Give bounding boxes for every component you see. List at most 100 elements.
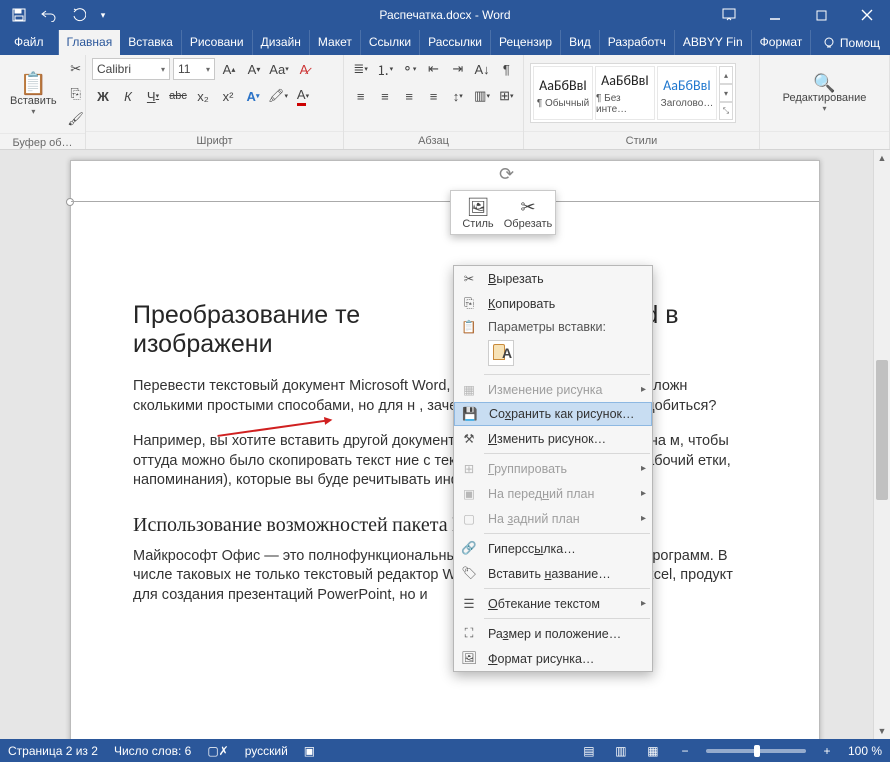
scroll-thumb[interactable] — [876, 360, 888, 500]
multilevel-icon[interactable]: ⚬▾ — [399, 58, 420, 80]
tab-draw[interactable]: Рисовани — [182, 30, 253, 55]
minimize-icon[interactable] — [752, 0, 798, 30]
status-spellcheck[interactable]: ▢✗ — [207, 744, 228, 758]
scroll-down-icon[interactable]: ▼ — [874, 723, 890, 739]
clear-format-icon[interactable]: A̷ — [293, 58, 315, 80]
underline-button[interactable]: Ч▾ — [142, 85, 164, 107]
tab-format[interactable]: Формат — [752, 30, 812, 55]
zoom-slider[interactable] — [706, 749, 806, 753]
tab-developer[interactable]: Разработч — [600, 30, 675, 55]
text-effects-icon[interactable]: A▾ — [242, 85, 264, 107]
bold-button[interactable]: Ж — [92, 85, 114, 107]
ctx-wrap-text[interactable]: ☰Обтекание текстом▸ — [454, 591, 652, 616]
zoom-knob[interactable] — [754, 745, 760, 757]
align-right-icon[interactable]: ≡ — [399, 85, 420, 107]
mini-style-button[interactable]: 🖼Стиль — [453, 195, 503, 232]
paste-option-keep-text[interactable]: A — [488, 340, 514, 366]
tab-insert[interactable]: Вставка — [120, 30, 182, 55]
shading-icon[interactable]: ▥▾ — [471, 85, 492, 107]
tab-abbyy[interactable]: ABBYY Fin — [675, 30, 752, 55]
zoom-out-icon[interactable]: − — [674, 742, 696, 760]
paste-button[interactable]: 📋 Вставить ▾ — [6, 71, 61, 118]
borders-icon[interactable]: ⊞▾ — [496, 85, 517, 107]
styles-gallery-nav[interactable]: ▴▾⤡ — [719, 66, 733, 120]
tell-me[interactable]: Помощ — [813, 30, 890, 55]
superscript-button[interactable]: x² — [217, 85, 239, 107]
grow-font-icon[interactable]: A▴ — [218, 58, 240, 80]
font-size-combo[interactable]: 11▾ — [173, 58, 215, 80]
zoom-in-icon[interactable]: + — [816, 742, 838, 760]
bullets-icon[interactable]: ≣▾ — [350, 58, 371, 80]
align-center-icon[interactable]: ≡ — [374, 85, 395, 107]
tab-design[interactable]: Дизайн — [253, 30, 310, 55]
redo-icon[interactable] — [66, 4, 92, 26]
shrink-font-icon[interactable]: A▾ — [243, 58, 265, 80]
change-picture-icon: ▦ — [460, 381, 478, 399]
justify-icon[interactable]: ≡ — [423, 85, 444, 107]
styles-gallery[interactable]: АаБбВвI¶ Обычный АаБбВвI¶ Без инте… АаБб… — [530, 63, 736, 123]
font-name-combo[interactable]: Calibri▾ — [92, 58, 170, 80]
change-case-icon[interactable]: Aa▾ — [268, 58, 290, 80]
vertical-scrollbar[interactable]: ▲ ▼ — [873, 150, 890, 739]
ctx-copy[interactable]: ⎘Копировать — [454, 291, 652, 316]
size-icon: ⛶ — [460, 625, 478, 643]
view-read-icon[interactable]: ▤ — [578, 742, 600, 760]
maximize-icon[interactable] — [798, 0, 844, 30]
status-language[interactable]: русский — [245, 744, 288, 758]
ctx-format-picture[interactable]: 🖼Формат рисунка… — [454, 646, 652, 671]
sort-icon[interactable]: A↓ — [471, 58, 492, 80]
ctx-save-as-picture[interactable]: 💾Сохранить как рисунок… — [454, 402, 652, 426]
ribbon-options-icon[interactable] — [706, 0, 752, 30]
status-macro[interactable]: ▣ — [304, 744, 315, 758]
scroll-up-icon[interactable]: ▲ — [874, 150, 890, 166]
indent-right-icon[interactable]: ⇥ — [447, 58, 468, 80]
close-icon[interactable] — [844, 0, 890, 30]
view-web-icon[interactable]: ▦ — [642, 742, 664, 760]
cut-icon[interactable]: ✂ — [65, 58, 87, 80]
tab-review[interactable]: Рецензир — [491, 30, 561, 55]
font-color-icon[interactable]: A▾ — [292, 85, 314, 107]
format-painter-icon[interactable]: 🖌 — [65, 108, 87, 130]
zoom-level[interactable]: 100 % — [848, 744, 882, 758]
numbering-icon[interactable]: ⒈▾ — [374, 58, 395, 80]
tab-file[interactable]: Файл — [0, 30, 59, 55]
view-print-icon[interactable]: ▥ — [610, 742, 632, 760]
ctx-cut[interactable]: ✂Вырезать — [454, 266, 652, 291]
ctx-hyperlink[interactable]: 🔗Гиперссылка… — [454, 536, 652, 561]
save-icon[interactable] — [6, 4, 32, 26]
status-page[interactable]: Страница 2 из 2 — [8, 744, 98, 758]
rotate-handle-icon[interactable]: ⟳ — [499, 164, 514, 185]
tab-home[interactable]: Главная — [59, 30, 121, 55]
mini-toolbar: 🖼Стиль ✂Обрезать — [450, 190, 556, 235]
editing-button[interactable]: 🔍 Редактирование ▾ — [779, 72, 871, 115]
copy-icon[interactable]: ⎘ — [65, 83, 87, 105]
group-font-label: Шрифт — [86, 131, 343, 149]
tab-references[interactable]: Ссылки — [361, 30, 420, 55]
mini-crop-button[interactable]: ✂Обрезать — [503, 195, 553, 232]
align-left-icon[interactable]: ≡ — [350, 85, 371, 107]
page[interactable]: Преобразование те нта MS Word в изображе… — [70, 160, 820, 739]
tab-layout[interactable]: Макет — [310, 30, 361, 55]
show-marks-icon[interactable]: ¶ — [496, 58, 517, 80]
tab-mailings[interactable]: Рассылки — [420, 30, 491, 55]
style-no-spacing[interactable]: АаБбВвI¶ Без инте… — [595, 66, 655, 120]
ctx-send-back: ▢На задний план▸ — [454, 506, 652, 531]
line-spacing-icon[interactable]: ↕▾ — [447, 85, 468, 107]
ctx-size-position[interactable]: ⛶Размер и положение… — [454, 621, 652, 646]
highlight-icon[interactable]: 🖍▾ — [267, 85, 289, 107]
format-icon: 🖼 — [460, 650, 478, 668]
style-heading1[interactable]: АаБбВвIЗаголово… — [657, 66, 717, 120]
strike-button[interactable]: abc — [167, 85, 189, 107]
status-words[interactable]: Число слов: 6 — [114, 744, 191, 758]
context-menu: ✂Вырезать ⎘Копировать 📋Параметры вставки… — [453, 265, 653, 672]
ctx-caption[interactable]: 🏷Вставить название… — [454, 561, 652, 586]
tab-view[interactable]: Вид — [561, 30, 600, 55]
ctx-edit-picture[interactable]: ⚒Изменить рисунок… — [454, 426, 652, 451]
indent-left-icon[interactable]: ⇤ — [423, 58, 444, 80]
style-normal[interactable]: АаБбВвI¶ Обычный — [533, 66, 593, 120]
undo-icon[interactable] — [36, 4, 62, 26]
qat-customize-icon[interactable]: ▾ — [96, 4, 110, 26]
subscript-button[interactable]: x₂ — [192, 85, 214, 107]
italic-button[interactable]: К — [117, 85, 139, 107]
selection-handle[interactable] — [66, 198, 74, 206]
